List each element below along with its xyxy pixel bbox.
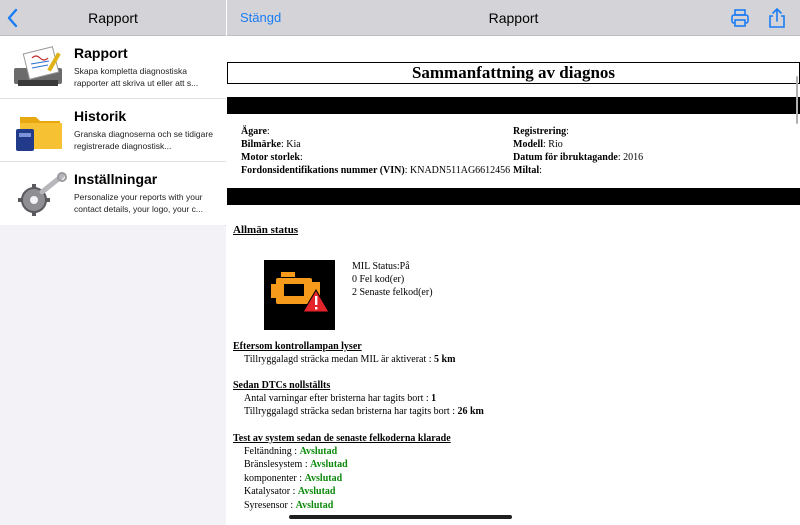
since-cleared-heading: Sedan DTCs nollställts [233, 380, 331, 391]
date-label: Datum för ibruktagande [513, 152, 618, 163]
sidebar-header: Rapport [0, 0, 226, 36]
test-row: Feltändning : Avslutad [244, 446, 337, 457]
test-row: Bränslesystem : Avslutad [244, 459, 348, 470]
report-document[interactable]: Sammanfattning av diagnos Ägare: Bilmärk… [227, 36, 800, 525]
general-status-heading: Allmän status [233, 224, 299, 236]
report-title: Sammanfattning av diagnos [227, 62, 800, 84]
mil-status: MIL Status:På [352, 261, 410, 272]
sidebar: Rapport Rapport Skapa kompletta diagnost… [0, 0, 226, 525]
registration-row: Registrering: [513, 126, 569, 137]
share-icon[interactable] [767, 7, 787, 29]
tools-icon [18, 172, 67, 216]
model-value: Rio [548, 139, 563, 150]
mil-on-heading: Eftersom kontrollampan lyser [233, 341, 362, 352]
warmups-row: Antal varningar efter bristerna har tagi… [244, 393, 436, 404]
main-panel: Stängd Rapport Sammanfattning av diagnos… [227, 0, 800, 525]
sidebar-item-label: Inställningar [74, 171, 158, 187]
sidebar-item-rapport[interactable]: Rapport Skapa kompletta diagnostiska rap… [0, 36, 226, 99]
tests-heading: Test av system sedan de senaste felkoder… [233, 433, 451, 444]
mileage-row: Miltal: [513, 165, 542, 176]
fault-code-count: 0 Fel kod(er) [352, 274, 405, 285]
warmups-value: 1 [431, 393, 437, 404]
date-row: Datum för ibruktagande: 2016 [513, 152, 644, 163]
mileage-label: Miltal [513, 165, 540, 176]
page-title: Rapport [488, 10, 539, 26]
make-row: Bilmärke: Kia [241, 139, 301, 150]
test-label: Feltändning : [244, 446, 298, 457]
model-row: Modell: Rio [513, 139, 563, 150]
registration-label: Registrering [513, 126, 567, 137]
cleared-distance-row: Tillryggalagd sträcka sedan bristerna ha… [244, 406, 484, 417]
test-row: Syresensor : Avslutad [244, 500, 333, 511]
date-value: 2016 [623, 152, 644, 163]
vin-value: KNADN511AG6612456 [410, 165, 511, 176]
vin-label: Fordonsidentifikations nummer (VIN) [241, 165, 405, 176]
test-status: Avslutad [310, 459, 348, 470]
sidebar-item-label: Historik [74, 108, 127, 124]
cleared-distance-value: 26 km [457, 406, 484, 417]
section-divider [227, 188, 800, 205]
make-label: Bilmärke [241, 139, 281, 150]
scrollbar[interactable] [796, 76, 798, 124]
engine-row: Motor storlek: [241, 152, 303, 163]
test-status: Avslutad [297, 486, 336, 497]
pending-code-count: 2 Senaste felkod(er) [352, 287, 433, 298]
sidebar-item-label: Rapport [74, 45, 128, 61]
section-divider [227, 97, 800, 114]
sidebar-item-subtitle: Skapa kompletta diagnostiska rapporter a… [74, 66, 199, 88]
warmups-label: Antal varningar efter bristerna har tagi… [244, 393, 429, 404]
main-header: Stängd Rapport [227, 0, 800, 36]
test-status: Avslutad [295, 500, 334, 511]
test-row: komponenter : Avslutad [244, 473, 342, 484]
test-label: Syresensor : [244, 500, 294, 511]
sidebar-title: Rapport [88, 10, 138, 26]
folder-icon [16, 117, 62, 151]
test-row: Katalysator : Avslutad [244, 486, 335, 497]
test-label: Bränslesystem : [244, 459, 308, 470]
check-engine-icon [264, 260, 335, 330]
mil-distance-label: Tillryggalagd sträcka medan MIL är aktiv… [244, 354, 432, 365]
owner-row: Ägare: [241, 126, 270, 137]
engine-label: Motor storlek [241, 152, 300, 163]
printer-icon[interactable] [730, 8, 750, 28]
sidebar-list: Rapport Skapa kompletta diagnostiska rap… [0, 36, 226, 225]
report-printer-icon [14, 46, 62, 86]
sidebar-item-subtitle: Personalize your reports with your conta… [74, 192, 203, 214]
vin-row: Fordonsidentifikations nummer (VIN): KNA… [241, 165, 511, 176]
test-label: komponenter : [244, 473, 303, 484]
test-label: Katalysator : [244, 486, 296, 497]
make-value: Kia [286, 139, 301, 150]
model-label: Modell [513, 139, 543, 150]
mil-distance-row: Tillryggalagd sträcka medan MIL är aktiv… [244, 354, 455, 365]
sidebar-item-historik[interactable]: Historik Granska diagnoserna och se tidi… [0, 99, 226, 162]
test-status: Avslutad [299, 446, 338, 457]
owner-label: Ägare [241, 126, 267, 137]
mil-distance-value: 5 km [434, 354, 456, 365]
cleared-distance-label: Tillryggalagd sträcka sedan bristerna ha… [244, 406, 455, 417]
sidebar-item-subtitle: Granska diagnoserna och se tidigare regi… [74, 129, 213, 151]
home-indicator[interactable] [289, 515, 512, 519]
sidebar-item-installningar[interactable]: Inställningar Personalize your reports w… [0, 162, 226, 225]
sidebar-empty-area [0, 226, 226, 525]
test-status: Avslutad [304, 473, 343, 484]
